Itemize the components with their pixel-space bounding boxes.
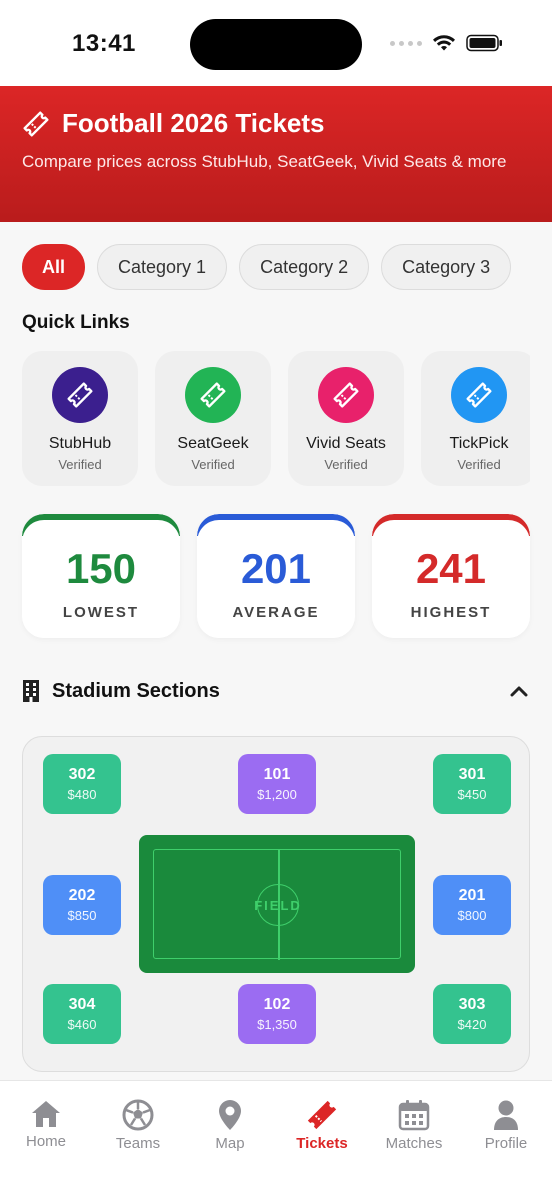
bottom-tab-bar: Home Teams Map Tickets Matches Profile	[0, 1080, 552, 1200]
quick-links-heading: Quick Links	[22, 312, 130, 333]
wifi-icon	[433, 35, 455, 51]
ticket-icon	[307, 1100, 337, 1130]
filter-chip-category-3[interactable]: Category 3	[381, 244, 512, 290]
quick-link-status: Verified	[58, 457, 102, 472]
dynamic-island	[190, 19, 362, 70]
filter-chip-category-1[interactable]: Category 1	[97, 244, 228, 290]
section-price: $800	[457, 908, 487, 923]
tab-label: Teams	[115, 1135, 161, 1152]
chevron-up-icon[interactable]	[508, 680, 530, 702]
tab-matches[interactable]: Matches	[368, 1099, 460, 1152]
page-title: Football 2026 Tickets	[62, 108, 325, 138]
status-time: 13:41	[72, 30, 136, 57]
calendar-icon	[398, 1100, 430, 1131]
tab-label: Home	[25, 1133, 66, 1150]
tab-map[interactable]: Map	[184, 1099, 276, 1152]
building-icon	[23, 680, 39, 702]
section-number: 201	[458, 887, 486, 904]
quick-link-status: Verified	[191, 457, 235, 472]
tab-label: Profile	[484, 1135, 528, 1152]
section-number: 302	[68, 766, 96, 783]
section-price: $850	[67, 908, 97, 923]
section-102[interactable]: 102 $1,350	[238, 984, 316, 1044]
status-icons	[390, 34, 504, 52]
stat-value: 150	[65, 545, 137, 592]
section-number: 304	[68, 996, 96, 1013]
section-number: 102	[263, 996, 291, 1013]
quick-link-name: StubHub	[48, 435, 112, 452]
quick-link-status: Verified	[457, 457, 501, 472]
stat-value: 201	[240, 545, 312, 592]
stat-label: LOWEST	[62, 604, 140, 621]
soccer-ball-icon	[122, 1099, 154, 1131]
section-price: $1,200	[257, 787, 297, 802]
category-filter-bar: All Category 1 Category 2 Category 3	[22, 244, 512, 290]
stat-card-lowest: 150 LOWEST	[22, 514, 180, 638]
tab-label: Map	[215, 1135, 245, 1152]
section-number: 101	[263, 766, 291, 783]
section-price: $420	[457, 1017, 487, 1032]
section-302[interactable]: 302 $480	[43, 754, 121, 814]
battery-icon	[466, 34, 502, 52]
field-label: FIELD	[254, 897, 302, 913]
section-101[interactable]: 101 $1,200	[238, 754, 316, 814]
quick-link-name: SeatGeek	[177, 435, 249, 452]
section-number: 301	[458, 766, 486, 783]
quick-link-name: TickPick	[449, 435, 509, 452]
price-stats: 150 LOWEST 201 AVERAGE 241 HIGHEST	[22, 514, 530, 638]
page-header: Football 2026 Tickets Compare prices acr…	[0, 86, 552, 222]
section-number: 303	[458, 996, 486, 1013]
filter-chip-category-2[interactable]: Category 2	[239, 244, 370, 290]
tab-teams[interactable]: Teams	[92, 1099, 184, 1152]
person-icon	[494, 1100, 518, 1130]
section-number: 202	[68, 887, 96, 904]
quick-links-list: StubHub Verified SeatGeek Verified Vivid…	[22, 351, 530, 487]
quick-link-status: Verified	[324, 457, 368, 472]
stat-card-average: 201 AVERAGE	[197, 514, 355, 638]
stat-label: AVERAGE	[232, 604, 320, 621]
ticket-icon	[318, 367, 374, 423]
section-price: $450	[457, 787, 487, 802]
stat-card-highest: 241 HIGHEST	[372, 514, 530, 638]
section-304[interactable]: 304 $460	[43, 984, 121, 1044]
quick-link-tickpick[interactable]: TickPick Verified	[421, 351, 530, 486]
tab-home[interactable]: Home	[0, 1099, 92, 1150]
status-bar: 13:41	[0, 0, 552, 86]
football-field: FIELD	[139, 835, 415, 973]
section-price: $480	[67, 787, 97, 802]
filter-chip-all[interactable]: All	[22, 244, 86, 290]
ticket-icon	[23, 110, 49, 137]
tab-label: Matches	[385, 1135, 443, 1152]
stadium-sections-header[interactable]: Stadium Sections	[22, 676, 530, 706]
ticket-icon	[451, 367, 507, 423]
map-pin-icon	[219, 1100, 241, 1130]
quick-link-name: Vivid Seats	[306, 435, 386, 452]
section-201[interactable]: 201 $800	[433, 875, 511, 935]
page-subtitle: Compare prices across StubHub, SeatGeek,…	[22, 152, 507, 171]
section-202[interactable]: 202 $850	[43, 875, 121, 935]
tab-tickets[interactable]: Tickets	[276, 1099, 368, 1152]
ticket-icon	[52, 367, 108, 423]
tab-label: Tickets	[296, 1135, 348, 1152]
section-303[interactable]: 303 $420	[433, 984, 511, 1044]
stadium-sections-title: Stadium Sections	[52, 679, 220, 702]
section-price: $460	[67, 1017, 97, 1032]
section-301[interactable]: 301 $450	[433, 754, 511, 814]
section-price: $1,350	[257, 1017, 297, 1032]
tab-profile[interactable]: Profile	[460, 1099, 552, 1152]
quick-link-stubhub[interactable]: StubHub Verified	[22, 351, 138, 486]
stadium-map: 302 $480 101 $1,200 301 $450 202 $850 FI…	[22, 736, 530, 1072]
stat-value: 241	[415, 545, 487, 592]
quick-link-seatgeek[interactable]: SeatGeek Verified	[155, 351, 271, 486]
ticket-icon	[185, 367, 241, 423]
cellular-signal-icon	[390, 40, 422, 46]
stat-label: HIGHEST	[410, 604, 492, 621]
home-icon	[32, 1101, 60, 1127]
quick-link-vivid-seats[interactable]: Vivid Seats Verified	[288, 351, 404, 486]
app-screen: 13:41 Football 2026 Tickets Compare pric…	[0, 0, 552, 1200]
